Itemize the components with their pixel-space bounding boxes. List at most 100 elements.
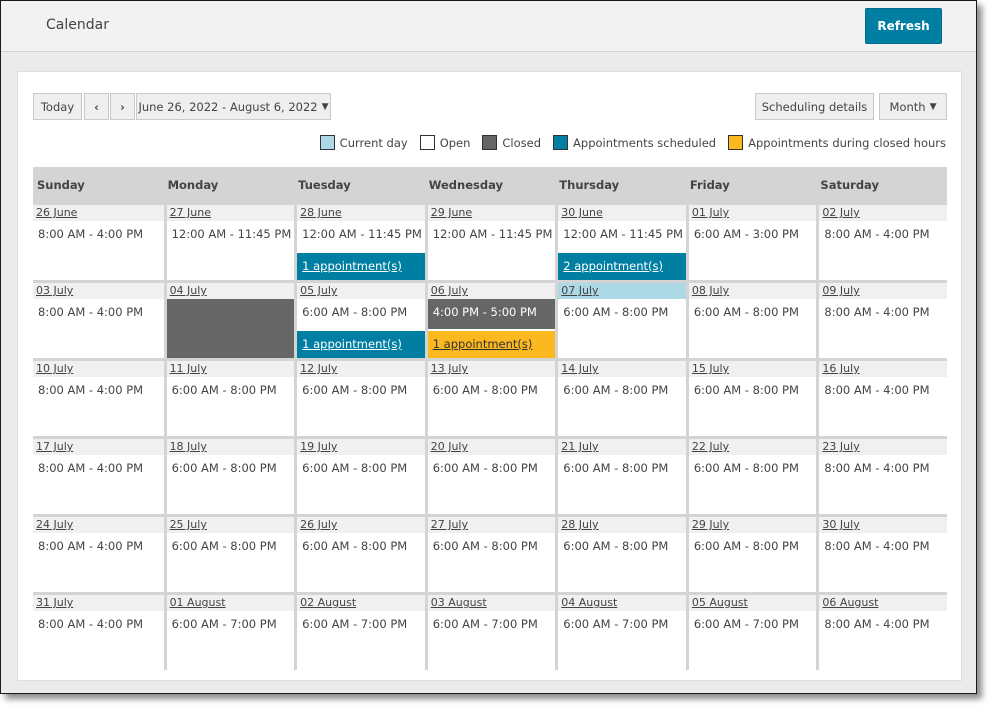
day-cell[interactable]: 29 July 6:00 AM - 8:00 PM: [685, 517, 817, 592]
day-cell[interactable]: 04 July: [163, 283, 295, 358]
day-cell[interactable]: 23 July 8:00 AM - 4:00 PM: [816, 439, 947, 514]
date-link[interactable]: 06 July: [431, 284, 468, 297]
day-cell[interactable]: 24 July 8:00 AM - 4:00 PM: [33, 517, 164, 592]
date-link[interactable]: 02 August: [300, 596, 356, 609]
view-dropdown[interactable]: Month ▼: [879, 93, 947, 120]
date-link[interactable]: 16 July: [822, 362, 859, 375]
date-link[interactable]: 19 July: [300, 440, 337, 453]
date-bar: 25 July: [166, 517, 295, 533]
day-cell[interactable]: 10 July 8:00 AM - 4:00 PM: [33, 361, 164, 436]
date-link[interactable]: 08 July: [692, 284, 729, 297]
day-cell[interactable]: 28 July 6:00 AM - 8:00 PM: [555, 517, 686, 592]
date-link[interactable]: 29 June: [431, 206, 472, 219]
refresh-button[interactable]: Refresh: [865, 8, 942, 44]
date-link[interactable]: 15 July: [692, 362, 729, 375]
date-link[interactable]: 21 July: [561, 440, 598, 453]
date-link[interactable]: 26 July: [300, 518, 337, 531]
legend-swatch: [728, 135, 744, 150]
appointments-link[interactable]: 1 appointment(s): [302, 337, 402, 351]
day-cell[interactable]: 22 July 6:00 AM - 8:00 PM: [685, 439, 817, 514]
date-link[interactable]: 25 July: [170, 518, 207, 531]
date-link[interactable]: 07 July: [561, 284, 598, 297]
date-link[interactable]: 05 July: [300, 284, 337, 297]
next-button[interactable]: ›: [110, 93, 135, 120]
business-hours: 6:00 AM - 8:00 PM: [171, 383, 277, 397]
day-cell[interactable]: 19 July 6:00 AM - 8:00 PM: [294, 439, 425, 514]
date-link[interactable]: 30 June: [561, 206, 602, 219]
day-cell[interactable]: 04 August 6:00 AM - 7:00 PM: [555, 595, 686, 670]
date-link[interactable]: 13 July: [431, 362, 468, 375]
day-cell[interactable]: 26 July 6:00 AM - 8:00 PM: [294, 517, 425, 592]
date-link[interactable]: 17 July: [36, 440, 73, 453]
day-cell[interactable]: 11 July 6:00 AM - 8:00 PM: [163, 361, 295, 436]
date-link[interactable]: 09 July: [822, 284, 859, 297]
day-cell[interactable]: 03 July 8:00 AM - 4:00 PM: [33, 283, 164, 358]
date-link[interactable]: 24 July: [36, 518, 73, 531]
day-cell[interactable]: 14 July 6:00 AM - 8:00 PM: [555, 361, 686, 436]
date-link[interactable]: 01 August: [170, 596, 226, 609]
date-link[interactable]: 20 July: [431, 440, 468, 453]
day-cell[interactable]: 28 June 12:00 AM - 11:45 PM 1 appointment(…: [294, 205, 425, 280]
date-link[interactable]: 12 July: [300, 362, 337, 375]
date-range-dropdown[interactable]: June 26, 2022 - August 6, 2022 ▼: [136, 93, 331, 120]
date-link[interactable]: 05 August: [692, 596, 748, 609]
previous-button[interactable]: ‹: [84, 93, 109, 120]
day-cell[interactable]: 09 July 8:00 AM - 4:00 PM: [816, 283, 947, 358]
day-cell[interactable]: 08 July 6:00 AM - 8:00 PM: [685, 283, 817, 358]
day-cell[interactable]: 05 July 6:00 AM - 8:00 PM 1 appointment(s): [294, 283, 425, 358]
day-cell[interactable]: 18 July 6:00 AM - 8:00 PM: [163, 439, 295, 514]
date-link[interactable]: 27 June: [170, 206, 211, 219]
today-button[interactable]: Today: [33, 93, 82, 120]
day-cell[interactable]: 26 June 8:00 AM - 4:00 PM: [33, 205, 164, 280]
date-link[interactable]: 04 July: [170, 284, 207, 297]
scheduling-details-button[interactable]: Scheduling details: [755, 93, 874, 120]
date-link[interactable]: 18 July: [170, 440, 207, 453]
date-link[interactable]: 28 June: [300, 206, 341, 219]
day-cell[interactable]: 07 July 6:00 AM - 8:00 PM: [555, 283, 686, 358]
day-cell[interactable]: 12 July 6:00 AM - 8:00 PM: [294, 361, 425, 436]
day-cell[interactable]: 27 June 12:00 AM - 11:45 PM: [163, 205, 295, 280]
date-link[interactable]: 27 July: [431, 518, 468, 531]
day-cell[interactable]: 06 August 8:00 AM - 4:00 PM: [816, 595, 947, 670]
date-link[interactable]: 11 July: [170, 362, 207, 375]
date-link[interactable]: 28 July: [561, 518, 598, 531]
day-cell[interactable]: 01 August 6:00 AM - 7:00 PM: [163, 595, 295, 670]
date-link[interactable]: 23 July: [822, 440, 859, 453]
day-cell[interactable]: 31 July 8:00 AM - 4:00 PM: [33, 595, 164, 670]
day-cell[interactable]: 20 July 6:00 AM - 8:00 PM: [424, 439, 556, 514]
date-link[interactable]: 06 August: [822, 596, 878, 609]
day-cell[interactable]: 16 July 8:00 AM - 4:00 PM: [816, 361, 947, 436]
day-cell[interactable]: 21 July 6:00 AM - 8:00 PM: [555, 439, 686, 514]
date-link[interactable]: 03 August: [431, 596, 487, 609]
date-link[interactable]: 02 July: [822, 206, 859, 219]
date-link[interactable]: 03 July: [36, 284, 73, 297]
day-cell[interactable]: 15 July 6:00 AM - 8:00 PM: [685, 361, 817, 436]
day-cell[interactable]: 17 July 8:00 AM - 4:00 PM: [33, 439, 164, 514]
day-cell[interactable]: 30 July 8:00 AM - 4:00 PM: [816, 517, 947, 592]
day-cell[interactable]: 05 August 6:00 AM - 7:00 PM: [685, 595, 817, 670]
appointments-link[interactable]: 1 appointment(s): [433, 337, 533, 351]
day-cell[interactable]: 25 July 6:00 AM - 8:00 PM: [163, 517, 295, 592]
date-link[interactable]: 10 July: [36, 362, 73, 375]
day-cell[interactable]: 06 July 4:00 PM - 5:00 PM 1 appointment(s): [424, 283, 556, 358]
day-cell[interactable]: 27 July 6:00 AM - 8:00 PM: [424, 517, 556, 592]
date-link[interactable]: 26 June: [36, 206, 77, 219]
day-cell[interactable]: 03 August 6:00 AM - 7:00 PM: [424, 595, 556, 670]
day-cell[interactable]: 13 July 6:00 AM - 8:00 PM: [424, 361, 556, 436]
date-link[interactable]: 31 July: [36, 596, 73, 609]
business-hours: 6:00 AM - 8:00 PM: [563, 461, 669, 475]
date-link[interactable]: 14 July: [561, 362, 598, 375]
appointments-link[interactable]: 1 appointment(s): [302, 259, 402, 273]
date-link[interactable]: 01 July: [692, 206, 729, 219]
date-link[interactable]: 04 August: [561, 596, 617, 609]
day-cell[interactable]: 02 July 8:00 AM - 4:00 PM: [816, 205, 947, 280]
appointments-link[interactable]: 2 appointment(s): [563, 259, 663, 273]
date-link[interactable]: 30 July: [822, 518, 859, 531]
week-row: 17 July 8:00 AM - 4:00 PM 18 July 6:00 AM -…: [33, 436, 947, 514]
date-link[interactable]: 22 July: [692, 440, 729, 453]
day-cell[interactable]: 02 August 6:00 AM - 7:00 PM: [294, 595, 425, 670]
day-cell[interactable]: 01 July 6:00 AM - 3:00 PM: [685, 205, 817, 280]
day-cell[interactable]: 30 June 12:00 AM - 11:45 PM 2 appointment(…: [555, 205, 686, 280]
date-link[interactable]: 29 July: [692, 518, 729, 531]
day-cell[interactable]: 29 June 12:00 AM - 11:45 PM: [424, 205, 556, 280]
